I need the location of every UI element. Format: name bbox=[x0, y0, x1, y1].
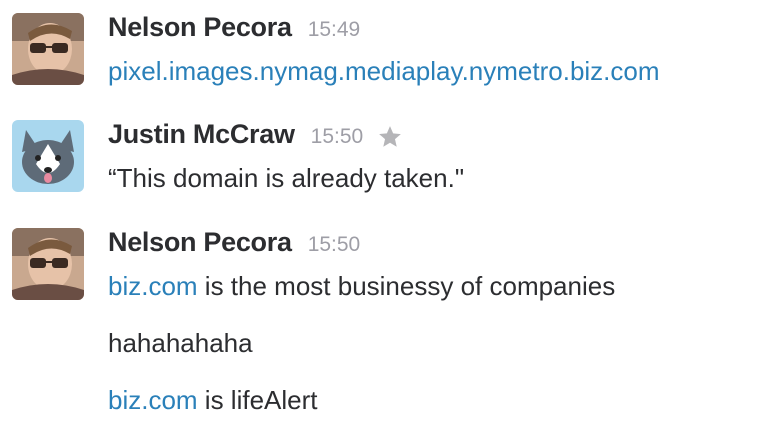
user-photo-icon bbox=[12, 228, 84, 300]
timestamp[interactable]: 15:50 bbox=[311, 125, 364, 149]
user-photo-icon bbox=[12, 13, 84, 85]
message-body: is the most businessy of companies bbox=[197, 271, 616, 301]
message-text: pixel.images.nymag.mediaplay.nymetro.biz… bbox=[108, 56, 660, 87]
message-body: hahahahaha bbox=[108, 328, 253, 358]
avatar[interactable] bbox=[12, 228, 84, 300]
message-text: hahahahaha bbox=[108, 328, 253, 359]
message-text: biz.com is lifeAlert bbox=[108, 385, 318, 416]
message-header: Nelson Pecora 15:49 bbox=[108, 12, 360, 48]
author-name[interactable]: Nelson Pecora bbox=[108, 12, 292, 43]
message-text: biz.com is the most businessy of compani… bbox=[108, 271, 615, 302]
author-name[interactable]: Justin McCraw bbox=[108, 119, 295, 150]
message-text: “This domain is already taken." bbox=[108, 163, 464, 194]
husky-icon bbox=[12, 120, 84, 192]
message-link[interactable]: biz.com bbox=[108, 271, 198, 301]
message-body: is lifeAlert bbox=[197, 385, 318, 415]
message-header: Nelson Pecora 15:50 bbox=[108, 227, 360, 263]
avatar[interactable] bbox=[12, 120, 84, 192]
message-link[interactable]: pixel.images.nymag.mediaplay.nymetro.biz… bbox=[108, 56, 660, 86]
message-link[interactable]: biz.com bbox=[108, 385, 198, 415]
message-header: Justin McCraw 15:50 bbox=[108, 119, 403, 155]
timestamp[interactable]: 15:50 bbox=[308, 233, 361, 257]
message-body: “This domain is already taken." bbox=[108, 163, 465, 193]
timestamp[interactable]: 15:49 bbox=[308, 18, 361, 42]
star-icon[interactable] bbox=[377, 124, 403, 150]
avatar[interactable] bbox=[12, 13, 84, 85]
author-name[interactable]: Nelson Pecora bbox=[108, 227, 292, 258]
